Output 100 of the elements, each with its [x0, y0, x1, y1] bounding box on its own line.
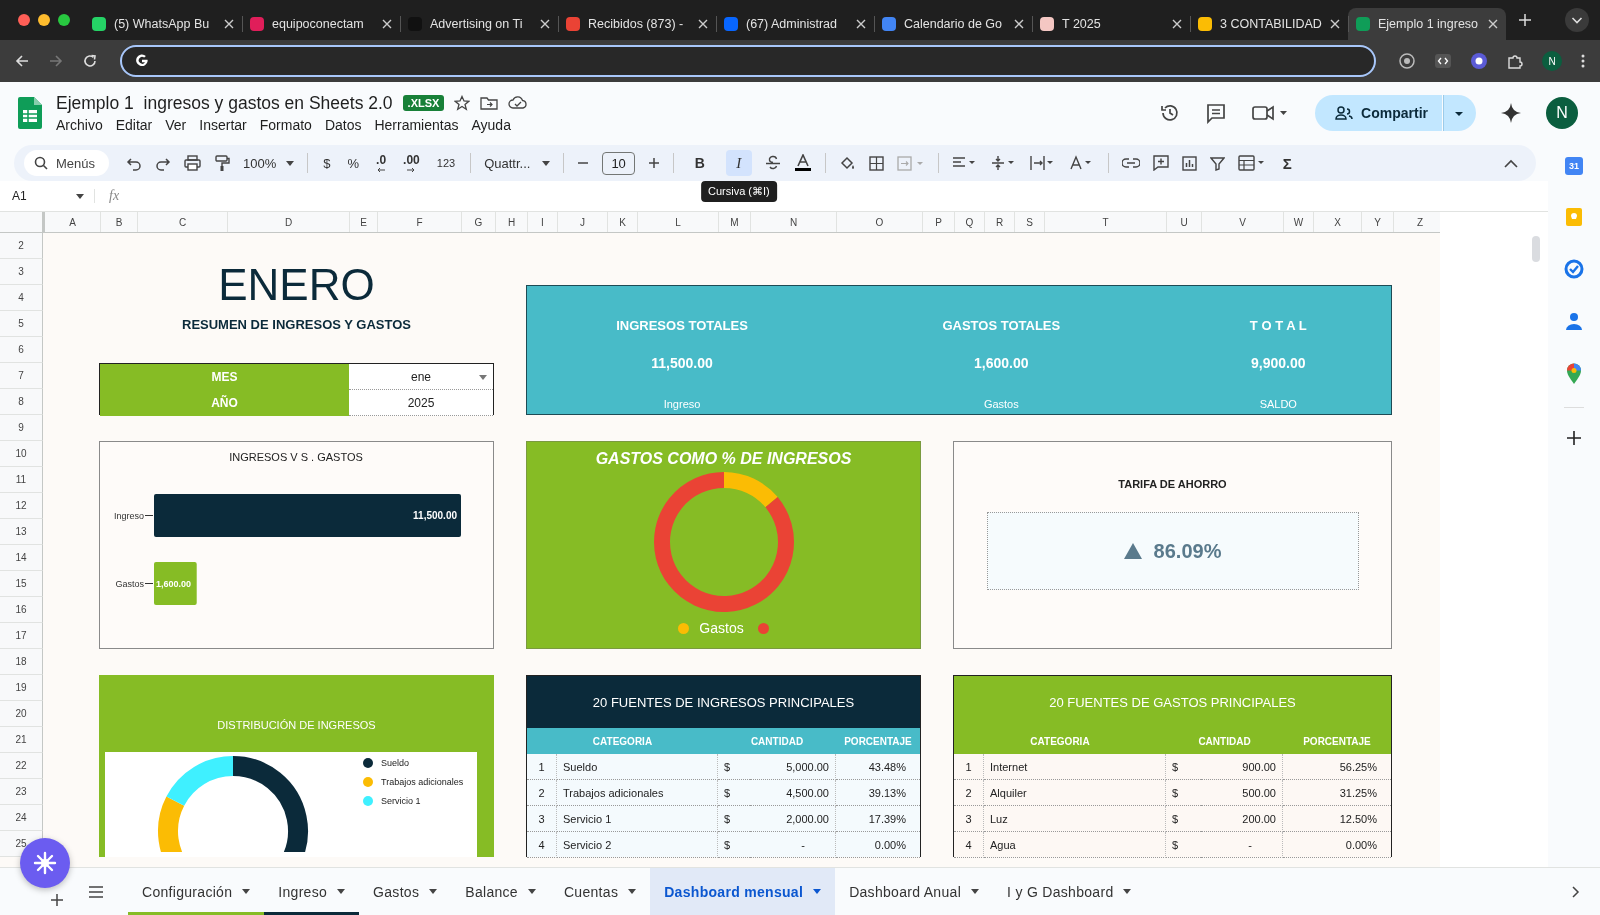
italic-button[interactable]: I	[725, 150, 752, 176]
document-title[interactable]: Ejemplo 1 ingresos y gastos en Sheets 2.0	[56, 92, 393, 114]
sheet-tab[interactable]: I y G Dashboard	[993, 868, 1146, 915]
menu-item[interactable]: Herramientas	[374, 116, 459, 133]
font-size-field[interactable]: 10	[602, 151, 635, 175]
collapse-icon[interactable]	[1504, 158, 1518, 168]
sheet-tab[interactable]: Dashboard mensual	[650, 868, 836, 915]
row-header[interactable]: 2	[0, 233, 43, 259]
menu-item[interactable]: Ver	[165, 116, 187, 133]
close-icon[interactable]	[698, 19, 708, 29]
filter-icon[interactable]	[1209, 155, 1225, 171]
row-header[interactable]: 22	[0, 753, 43, 779]
window-minimize-button[interactable]	[38, 14, 50, 26]
column-header[interactable]: Q	[955, 212, 985, 232]
row-header[interactable]: 24	[0, 805, 43, 831]
close-icon[interactable]	[1488, 19, 1498, 29]
browser-tab[interactable]: equipoconectam	[242, 8, 400, 40]
back-icon[interactable]	[14, 53, 30, 69]
column-header[interactable]: P	[923, 212, 955, 232]
row-header[interactable]: 10	[0, 441, 43, 467]
text-wrap-icon[interactable]	[1029, 155, 1056, 171]
menu-item[interactable]: Datos	[324, 116, 362, 133]
menu-item[interactable]: Insertar	[199, 116, 247, 133]
share-button[interactable]: Compartir	[1315, 94, 1442, 131]
close-icon[interactable]	[1172, 19, 1182, 29]
column-header[interactable]: T	[1045, 212, 1167, 232]
cloud-icon[interactable]	[508, 95, 529, 111]
sheet-tab[interactable]: Configuración	[128, 868, 265, 915]
column-header[interactable]: N	[751, 212, 837, 232]
menu-item[interactable]: Archivo	[56, 116, 103, 133]
vertical-align-icon[interactable]	[990, 155, 1017, 171]
increase-decimal-button[interactable]: .00	[401, 151, 422, 175]
browser-tab[interactable]: Ejemplo 1 ingreso	[1348, 8, 1506, 40]
column-header[interactable]: O	[837, 212, 923, 232]
column-header[interactable]: X	[1314, 212, 1362, 232]
add-sheet-icon[interactable]	[50, 893, 64, 907]
column-header[interactable]: Y	[1362, 212, 1394, 232]
row-header[interactable]: 11	[0, 467, 43, 493]
plus-icon[interactable]	[647, 157, 660, 169]
column-header[interactable]: S	[1015, 212, 1045, 232]
folder-icon[interactable]	[480, 95, 499, 111]
print-icon[interactable]	[184, 155, 202, 171]
menu-search-field[interactable]: Menús	[24, 150, 110, 176]
text-color-icon[interactable]	[793, 154, 812, 172]
row-header[interactable]: 6	[0, 337, 43, 363]
column-header[interactable]: K	[608, 212, 638, 232]
decrease-decimal-button[interactable]: .0	[374, 151, 389, 175]
row-header[interactable]: 18	[0, 649, 43, 675]
column-header[interactable]: C	[138, 212, 228, 232]
fill-color-icon[interactable]	[838, 154, 856, 172]
row-header[interactable]: 23	[0, 779, 43, 805]
align-icon[interactable]	[951, 156, 978, 170]
extension-icon[interactable]	[1470, 52, 1488, 70]
font-dropdown[interactable]: Quattr...	[484, 155, 551, 171]
row-header[interactable]: 4	[0, 285, 43, 311]
sheet-tab[interactable]: Gastos	[359, 868, 452, 915]
calendar-icon[interactable]: 31	[1565, 157, 1583, 175]
user-avatar[interactable]: N	[1546, 96, 1578, 129]
comment-icon[interactable]	[1205, 101, 1228, 124]
row-header[interactable]: 8	[0, 389, 43, 415]
more-icon[interactable]	[1580, 53, 1586, 69]
column-header[interactable]: F	[378, 212, 462, 232]
zoom-dropdown[interactable]: 100%	[243, 155, 295, 171]
column-header[interactable]: D	[228, 212, 350, 232]
address-field[interactable]	[120, 45, 1376, 77]
column-header[interactable]: R	[985, 212, 1015, 232]
browser-tab[interactable]: T 2025	[1032, 8, 1190, 40]
column-header[interactable]: B	[101, 212, 138, 232]
browser-tab[interactable]: Advertising on Ti	[400, 8, 558, 40]
window-close-button[interactable]	[18, 14, 30, 26]
person-icon[interactable]	[1565, 311, 1583, 331]
close-icon[interactable]	[856, 19, 866, 29]
add-icon[interactable]	[1566, 430, 1582, 446]
row-header[interactable]: 12	[0, 493, 43, 519]
bold-button[interactable]: B	[686, 150, 713, 176]
row-header[interactable]: 19	[0, 675, 43, 701]
browser-tab[interactable]: Recibidos (873) -	[558, 8, 716, 40]
column-header[interactable]: A	[45, 212, 101, 232]
merge-cells-icon[interactable]	[896, 155, 925, 171]
column-header[interactable]: I	[528, 212, 558, 232]
cell-name-box[interactable]: A1	[12, 189, 95, 203]
new-tab-icon[interactable]	[1518, 13, 1532, 27]
menu-item[interactable]: Formato	[259, 116, 312, 133]
close-icon[interactable]	[382, 19, 392, 29]
row-header[interactable]: 3	[0, 259, 43, 285]
column-header[interactable]: U	[1167, 212, 1202, 232]
row-header[interactable]: 16	[0, 597, 43, 623]
column-header[interactable]: J	[558, 212, 608, 232]
column-header[interactable]: E	[350, 212, 378, 232]
tasks-icon[interactable]	[1564, 259, 1584, 279]
menu-item[interactable]: Editar	[115, 116, 153, 133]
browser-tab[interactable]: 3 CONTABILIDAD	[1190, 8, 1348, 40]
close-icon[interactable]	[1014, 19, 1024, 29]
reload-icon[interactable]	[82, 53, 98, 69]
percent-format-button[interactable]: %	[345, 154, 362, 172]
functions-button[interactable]: Σ	[1280, 153, 1294, 173]
chevron-right-icon[interactable]	[1572, 885, 1580, 898]
close-icon[interactable]	[540, 19, 550, 29]
puzzle-icon[interactable]	[1506, 52, 1524, 70]
close-icon[interactable]	[224, 19, 234, 29]
